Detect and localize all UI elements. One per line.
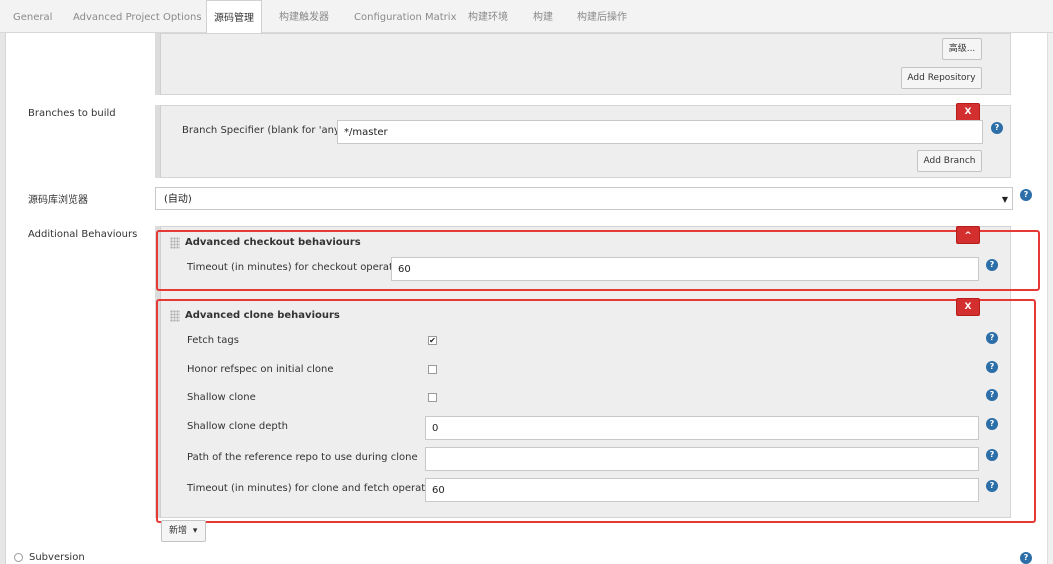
checkout-timeout-input[interactable]: 60 — [391, 257, 979, 281]
repository-browser-select[interactable]: (自动) ▼ — [155, 187, 1013, 210]
help-icon[interactable]: ? — [986, 361, 998, 373]
checkout-behaviours-title: Advanced checkout behaviours — [185, 237, 361, 248]
tab-post-build-actions[interactable]: 构建后操作 — [577, 0, 627, 33]
checkout-timeout-label: Timeout (in minutes) for checkout operat… — [187, 262, 409, 273]
shallow-clone-depth-input[interactable]: 0 — [425, 416, 979, 440]
clone-timeout-label: Timeout (in minutes) for clone and fetch… — [187, 483, 446, 494]
help-icon[interactable]: ? — [986, 259, 998, 271]
subversion-label: Subversion — [29, 552, 85, 563]
branch-specifier-label: Branch Specifier (blank for 'any') — [182, 125, 347, 136]
help-icon[interactable]: ? — [986, 480, 998, 492]
help-icon[interactable]: ? — [991, 122, 1003, 134]
branch-section-strip — [155, 105, 161, 178]
chevron-down-icon: ▼ — [1001, 195, 1008, 204]
branch-specifier-input[interactable]: */master — [337, 120, 983, 144]
repository-section — [155, 33, 1011, 95]
fetch-tags-checkbox[interactable]: ✔ — [428, 336, 437, 345]
tab-configuration-matrix[interactable]: Configuration Matrix — [354, 0, 456, 33]
tab-general[interactable]: General — [13, 0, 52, 33]
drag-handle-icon[interactable] — [170, 310, 180, 322]
remove-clone-behaviour-button[interactable]: X — [956, 298, 980, 316]
tab-build-environment[interactable]: 构建环境 — [468, 0, 508, 33]
help-icon[interactable]: ? — [986, 389, 998, 401]
shallow-clone-checkbox[interactable] — [428, 393, 437, 402]
remove-branch-button[interactable]: X — [956, 103, 980, 121]
shallow-clone-depth-label: Shallow clone depth — [187, 421, 289, 432]
repository-browser-label: 源码库浏览器 — [28, 195, 88, 206]
add-branch-button[interactable]: Add Branch — [917, 150, 982, 172]
scrollbar[interactable] — [1047, 33, 1053, 564]
help-icon[interactable]: ? — [986, 449, 998, 461]
add-repository-button[interactable]: Add Repository — [901, 67, 982, 89]
repository-section-strip — [155, 33, 161, 95]
shallow-clone-label: Shallow clone — [187, 392, 256, 403]
advanced-button[interactable]: 高级... — [942, 38, 982, 60]
drag-handle-icon[interactable] — [170, 237, 180, 249]
branches-to-build-label: Branches to build — [28, 108, 116, 119]
tab-source-code-management[interactable]: 源码管理 — [206, 0, 262, 34]
chevron-down-icon: ▾ — [192, 526, 198, 536]
tab-build-triggers[interactable]: 构建触发器 — [279, 0, 329, 33]
left-gutter — [0, 33, 6, 564]
add-behaviour-button[interactable]: 新增 ▾ — [161, 520, 206, 542]
reference-repo-label: Path of the reference repo to use during… — [187, 452, 418, 463]
additional-behaviours-label: Additional Behaviours — [28, 229, 138, 240]
collapse-checkout-button[interactable]: ^ — [956, 226, 980, 244]
reference-repo-input[interactable] — [425, 447, 979, 471]
fetch-tags-label: Fetch tags — [187, 335, 239, 346]
clone-behaviours-title: Advanced clone behaviours — [185, 310, 340, 321]
honor-refspec-label: Honor refspec on initial clone — [187, 364, 334, 375]
help-icon[interactable]: ? — [1020, 552, 1032, 564]
help-icon[interactable]: ? — [986, 332, 998, 344]
add-behaviour-label: 新增 — [169, 526, 188, 536]
help-icon[interactable]: ? — [1020, 189, 1032, 201]
clone-timeout-input[interactable]: 60 — [425, 478, 979, 502]
repository-browser-selected: (自动) — [164, 194, 192, 205]
tab-advanced-project-options[interactable]: Advanced Project Options — [73, 0, 202, 33]
help-icon[interactable]: ? — [986, 418, 998, 430]
subversion-radio[interactable] — [14, 553, 23, 562]
tab-build[interactable]: 构建 — [533, 0, 553, 33]
tab-bar: General Advanced Project Options 源码管理 构建… — [0, 0, 1053, 34]
honor-refspec-checkbox[interactable] — [428, 365, 437, 374]
